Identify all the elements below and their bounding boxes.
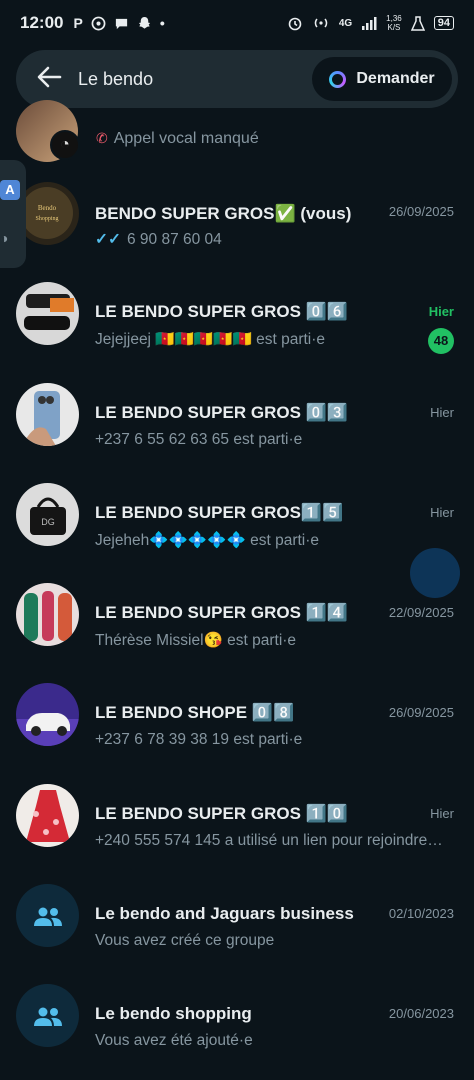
status-system-icons: 4G 1,36 K/S 94 [287,14,454,32]
chat-preview: Vous avez été ajouté·e [95,1032,253,1050]
svg-text:DG: DG [41,517,55,527]
chat-row-partial[interactable]: ◔ ✆ Appel vocal manqué [0,100,474,170]
group-icon [33,1007,62,1026]
chat-date: Hier [430,805,454,821]
chat-preview: Jejeheh💠💠💠💠💠 est parti·e [95,531,320,549]
chat-date: 22/09/2025 [388,605,454,621]
chat-date: Hier [430,504,454,520]
chat-row[interactable]: LE BENDO SHOPE 0️⃣8️⃣ 26/09/2025 +237 6 … [0,663,474,763]
missed-call-label: Appel vocal manqué [113,130,259,147]
chat-name: LE BENDO SHOPE 0️⃣8️⃣ [95,703,295,723]
chat-date: Hier [428,304,454,320]
signal-icon [362,17,377,30]
floating-side-tab[interactable]: A ◑ [0,160,26,268]
chat-name: LE BENDO SUPER GROS 0️⃣6️⃣ [95,302,348,322]
chat-name: LE BENDO SUPER GROS 1️⃣4️⃣ [95,603,348,623]
chat-preview-text: 6 90 87 60 04 [126,231,222,248]
svg-text:Bendo: Bendo [38,204,57,212]
avatar: DG [16,482,79,546]
chat-name: Le bendo shopping [95,1004,252,1024]
snapchat-icon [138,16,150,29]
dot-icon: • [159,15,165,31]
translate-icon[interactable]: A [0,180,20,200]
chat-name: BENDO SUPER GROS✅ (vous) [95,204,352,223]
meta-ai-icon [329,70,347,88]
hotspot-icon [314,18,328,28]
ask-ai-label: Demander [356,70,435,87]
chat-date: 26/09/2025 [388,705,454,721]
chat-date: 26/09/2025 [388,204,454,219]
status-ring-icon: ◔ [50,130,80,160]
group-icon [33,907,62,926]
chat-row[interactable]: Le bendo shopping 20/06/2023 Vous avez é… [0,964,474,1064]
chat-row[interactable]: DG LE BENDO SUPER GROS1️⃣5️⃣ Hier Jejehe… [0,463,474,563]
status-time: 12:00 [20,13,64,32]
p-icon: P [73,15,83,31]
chat-preview: +237 6 55 62 63 65 est parti·e [95,430,303,448]
floating-bubble[interactable] [410,548,460,598]
avatar [16,382,79,446]
chat-preview: Vous avez créé ce groupe [95,932,275,950]
chat-preview: +237 6 78 39 38 19 est parti·e [95,731,303,749]
chat-row[interactable]: LE BENDO SUPER GROS 1️⃣0️⃣ Hier +240 555… [0,764,474,864]
avatar [16,683,79,747]
chat-date: 02/10/2023 [388,906,454,922]
assistant-icon[interactable]: ◑ [0,230,20,250]
status-bar: 12:00 P • 4G 1,36 K/S 94 [0,0,474,46]
chat-preview: Jejejjeej 🇨🇲🇨🇲🇨🇲🇨🇲🇨🇲 est parti·e [95,331,326,349]
message-icon [115,18,127,29]
chat-row[interactable]: Bendo Shopping BENDO SUPER GROS✅ (vous) 2… [0,162,474,262]
avatar [16,783,79,847]
back-arrow-icon[interactable] [36,64,64,95]
chat-preview: ✓✓ 6 90 87 60 04 [95,230,447,249]
chat-preview: ✆ Appel vocal manqué [96,130,259,148]
chat-row[interactable]: Le bendo and Jaguars business 02/10/2023… [0,864,474,964]
chat-name: LE BENDO SUPER GROS1️⃣5️⃣ [95,502,344,522]
chat-date: 20/06/2023 [388,1006,454,1022]
chat-row[interactable]: LE BENDO SUPER GROS 0️⃣6️⃣ Hier Jejejjee… [0,262,474,362]
chat-list: Bendo Shopping BENDO SUPER GROS✅ (vous) 2… [0,162,474,1065]
missed-call-icon: ✆ [96,130,108,146]
unread-badge: 48 [428,328,454,355]
chat-preview: Thérèse Missiel😘 est parti·e [95,632,297,650]
chat-preview: +240 555 574 145 a utilisé un lien pour … [95,831,447,849]
alarm-icon [288,17,302,31]
double-check-icon: ✓✓ [95,231,121,248]
network-type: 4G [338,17,353,29]
svg-text:Shopping: Shopping [35,216,58,222]
chat-name: LE BENDO SUPER GROS 1️⃣0️⃣ [95,803,348,823]
status-notification-icons: P • [73,15,164,31]
avatar [16,884,79,948]
chat-row[interactable]: LE BENDO SUPER GROS 0️⃣3️⃣ Hier +237 6 5… [0,363,474,463]
chat-name: Le bendo and Jaguars business [95,904,354,924]
ask-ai-button[interactable]: Demander [312,57,452,101]
search-input[interactable]: Le bendo [78,69,312,90]
chat-name: LE BENDO SUPER GROS 0️⃣3️⃣ [95,402,348,422]
battery-icon: 94 [433,16,454,30]
search-bar[interactable]: Le bendo Demander [16,50,458,108]
avatar [16,583,79,647]
avatar [16,282,79,346]
whatsapp-icon [91,16,106,30]
chat-row[interactable]: LE BENDO SUPER GROS 1️⃣4️⃣ 22/09/2025 Th… [0,563,474,663]
lab-icon [410,15,425,31]
net-speed: 1,36 K/S [386,14,402,32]
avatar [16,984,79,1048]
chat-date: Hier [430,404,454,420]
